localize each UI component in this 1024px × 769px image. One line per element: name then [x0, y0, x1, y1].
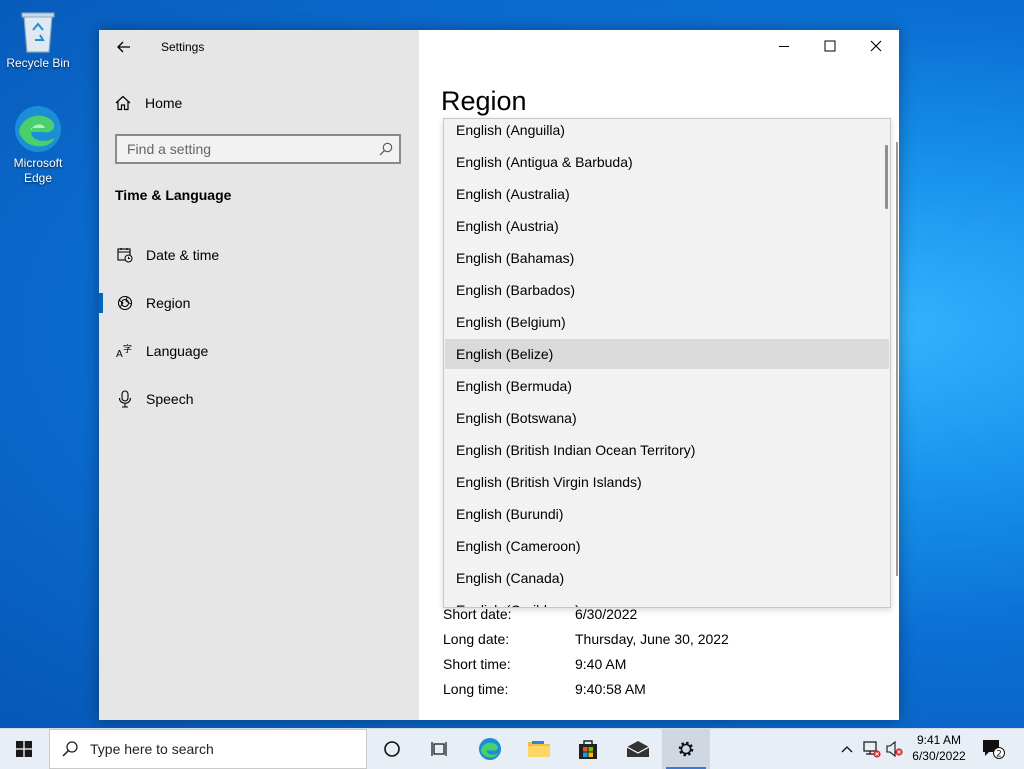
task-view-button[interactable] — [416, 729, 464, 769]
region-dropdown-list[interactable]: English (Caribbean)English (Canada)Engli… — [443, 118, 891, 608]
store-icon — [579, 740, 597, 759]
microphone-icon — [115, 389, 135, 409]
region-option[interactable]: English (Barbados) — [445, 275, 889, 305]
taskbar-settings-button[interactable] — [662, 729, 710, 769]
nav-item-date-time[interactable]: Date & time — [99, 237, 419, 273]
notification-count: 2 — [996, 749, 1002, 759]
region-option[interactable]: English (Canada) — [445, 563, 889, 593]
action-center-button[interactable]: 2 — [978, 729, 1008, 769]
window-title: Settings — [161, 40, 205, 54]
back-button[interactable] — [111, 36, 137, 58]
desktop-icon-label: Microsoft Edge — [13, 156, 63, 185]
network-button[interactable] — [860, 729, 884, 769]
settings-nav-pane: Settings Home Time & Language — [99, 30, 419, 720]
selection-indicator — [99, 293, 103, 313]
clock-date: 6/30/2022 — [912, 749, 966, 763]
recycle-bin-icon — [21, 12, 55, 53]
nav-item-label: Region — [146, 295, 191, 311]
taskbar: Type here to search 9:41 AM 6/30/2022 2 — [0, 728, 1024, 769]
format-label: Long time: — [443, 681, 509, 697]
region-option[interactable]: English (Burundi) — [445, 499, 889, 529]
globe-icon — [115, 293, 135, 313]
format-value: 6/30/2022 — [575, 606, 638, 622]
region-option[interactable]: English (Bahamas) — [445, 243, 889, 273]
maximize-icon — [824, 40, 836, 52]
taskbar-edge-button[interactable] — [466, 729, 514, 769]
nav-item-label: Date & time — [146, 247, 220, 263]
folder-icon — [528, 741, 550, 757]
home-icon — [115, 95, 131, 111]
format-label: Long date: — [443, 631, 510, 647]
region-option[interactable]: English (Anguilla) — [445, 119, 889, 145]
nav-home[interactable]: Home — [115, 92, 182, 114]
task-view-icon — [431, 742, 447, 756]
content-scrollbar[interactable] — [896, 142, 898, 576]
nav-home-label: Home — [145, 95, 183, 111]
minimize-icon — [779, 46, 789, 47]
close-icon — [870, 40, 882, 52]
edge-icon — [478, 737, 502, 761]
svg-text:字: 字 — [123, 343, 132, 355]
find-setting-input[interactable] — [117, 136, 367, 162]
region-option[interactable]: English (Caribbean) — [445, 595, 889, 607]
region-option[interactable]: English (Belize) — [445, 339, 889, 369]
mail-button[interactable] — [614, 729, 662, 769]
nav-item-language[interactable]: A 字 Language — [99, 333, 419, 369]
start-button[interactable] — [0, 729, 48, 769]
show-hidden-icons-button[interactable] — [836, 729, 858, 769]
edge-icon — [15, 106, 61, 152]
minimize-button[interactable] — [761, 30, 807, 62]
region-option[interactable]: English (Cameroon) — [445, 531, 889, 561]
file-explorer-button[interactable] — [515, 729, 563, 769]
nav-item-region[interactable]: Region — [99, 285, 419, 321]
cortana-button[interactable] — [368, 729, 416, 769]
nav-item-label: Language — [146, 343, 209, 359]
mail-icon — [626, 741, 650, 757]
nav-item-speech[interactable]: Speech — [99, 381, 419, 417]
region-option[interactable]: English (Belgium) — [445, 307, 889, 337]
region-option[interactable]: English (British Indian Ocean Territory) — [445, 435, 889, 465]
arrow-left-icon — [117, 41, 130, 53]
format-value: 9:40:58 AM — [575, 681, 646, 697]
region-option[interactable]: English (Antigua & Barbuda) — [445, 147, 889, 177]
desktop-icon-label: Recycle Bin — [6, 56, 70, 70]
format-label: Short time: — [443, 656, 511, 672]
dropdown-scrollbar-thumb[interactable] — [885, 145, 888, 209]
desktop-icon-edge[interactable]: Microsoft Edge — [0, 104, 76, 186]
format-label: Short date: — [443, 606, 512, 622]
clock-time: 9:41 AM — [916, 733, 962, 747]
region-option[interactable]: English (Bermuda) — [445, 371, 889, 401]
page-title: Region — [441, 86, 527, 116]
cortana-icon — [384, 741, 400, 757]
search-icon — [379, 142, 393, 156]
find-setting-box[interactable] — [115, 134, 401, 164]
volume-muted-icon — [886, 741, 903, 757]
taskbar-search-placeholder: Type here to search — [90, 741, 214, 757]
format-value: Thursday, June 30, 2022 — [575, 631, 729, 647]
close-button[interactable] — [853, 30, 899, 62]
region-option[interactable]: English (British Virgin Islands) — [445, 467, 889, 497]
calendar-clock-icon — [115, 245, 135, 265]
gear-icon — [678, 741, 694, 757]
maximize-button[interactable] — [807, 30, 853, 62]
network-disconnected-icon — [863, 741, 881, 758]
volume-button[interactable] — [884, 729, 906, 769]
search-icon — [62, 741, 78, 757]
notification-icon: 2 — [983, 740, 1005, 759]
region-option[interactable]: English (Australia) — [445, 179, 889, 209]
region-option[interactable]: English (Austria) — [445, 211, 889, 241]
chevron-up-icon — [841, 746, 853, 753]
region-option[interactable]: English (Botswana) — [445, 403, 889, 433]
nav-item-label: Speech — [146, 391, 194, 407]
format-value: 9:40 AM — [575, 656, 627, 672]
svg-text:A: A — [116, 349, 123, 359]
nav-section-title: Time & Language — [115, 187, 232, 203]
microsoft-store-button[interactable] — [564, 729, 612, 769]
taskbar-search-box[interactable]: Type here to search — [49, 729, 367, 769]
language-icon: A 字 — [115, 341, 135, 361]
desktop-icon-recycle-bin[interactable]: Recycle Bin — [0, 8, 76, 71]
windows-logo-icon — [16, 741, 32, 757]
taskbar-clock[interactable]: 9:41 AM 6/30/2022 — [906, 732, 972, 764]
